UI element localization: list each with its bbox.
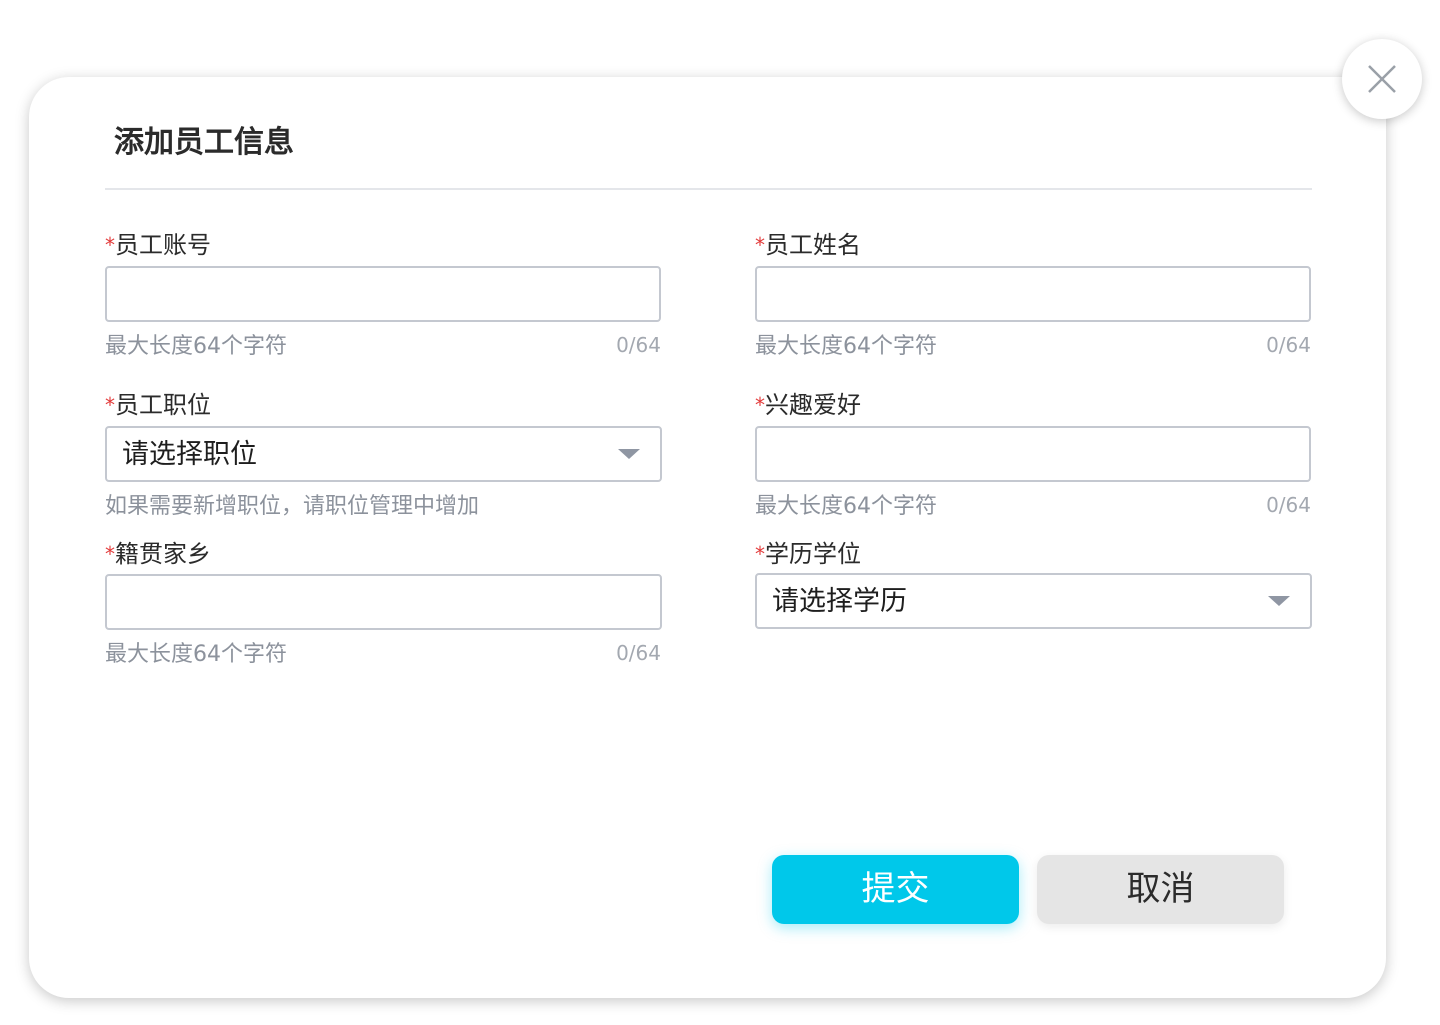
required-mark: *	[755, 233, 765, 257]
education-select[interactable]: 请选择学历	[755, 573, 1312, 629]
hometown-input[interactable]	[105, 574, 662, 630]
name-label-text: 员工姓名	[765, 231, 861, 259]
account-input[interactable]	[105, 266, 661, 322]
chevron-down-icon	[1268, 596, 1290, 606]
position-label-text: 员工职位	[115, 391, 211, 419]
close-icon	[1368, 65, 1396, 93]
name-label: *员工姓名	[755, 230, 861, 260]
hometown-counter: 0/64	[616, 641, 661, 665]
chevron-down-icon	[618, 449, 640, 459]
close-button[interactable]	[1342, 39, 1422, 119]
education-select-value: 请选择学历	[772, 586, 907, 617]
account-counter: 0/64	[616, 333, 661, 357]
required-mark: *	[105, 233, 115, 257]
cancel-button[interactable]: 取消	[1037, 855, 1284, 924]
education-label-text: 学历学位	[765, 540, 861, 568]
hobby-input[interactable]	[755, 426, 1311, 482]
hobby-label: *兴趣爱好	[755, 390, 861, 420]
account-label: *员工账号	[105, 230, 211, 260]
required-mark: *	[105, 393, 115, 417]
account-label-text: 员工账号	[115, 231, 211, 259]
dialog-title: 添加员工信息	[114, 125, 294, 160]
hobby-hint: 最大长度64个字符	[755, 494, 937, 519]
hometown-label-text: 籍贯家乡	[115, 540, 211, 568]
title-divider	[105, 188, 1312, 190]
position-select-value: 请选择职位	[122, 439, 257, 470]
name-counter: 0/64	[1266, 333, 1311, 357]
hobby-counter: 0/64	[1266, 493, 1311, 517]
hometown-hint: 最大长度64个字符	[105, 642, 287, 667]
position-label: *员工职位	[105, 390, 211, 420]
position-hint: 如果需要新增职位，请职位管理中增加	[105, 494, 480, 519]
account-hint: 最大长度64个字符	[105, 334, 287, 359]
required-mark: *	[755, 542, 765, 566]
name-hint: 最大长度64个字符	[755, 334, 937, 359]
required-mark: *	[105, 542, 115, 566]
name-input[interactable]	[755, 266, 1311, 322]
education-label: *学历学位	[755, 539, 861, 569]
submit-button[interactable]: 提交	[772, 855, 1019, 924]
position-select[interactable]: 请选择职位	[105, 426, 662, 482]
hobby-label-text: 兴趣爱好	[765, 391, 861, 419]
hometown-label: *籍贯家乡	[105, 539, 211, 569]
required-mark: *	[755, 393, 765, 417]
